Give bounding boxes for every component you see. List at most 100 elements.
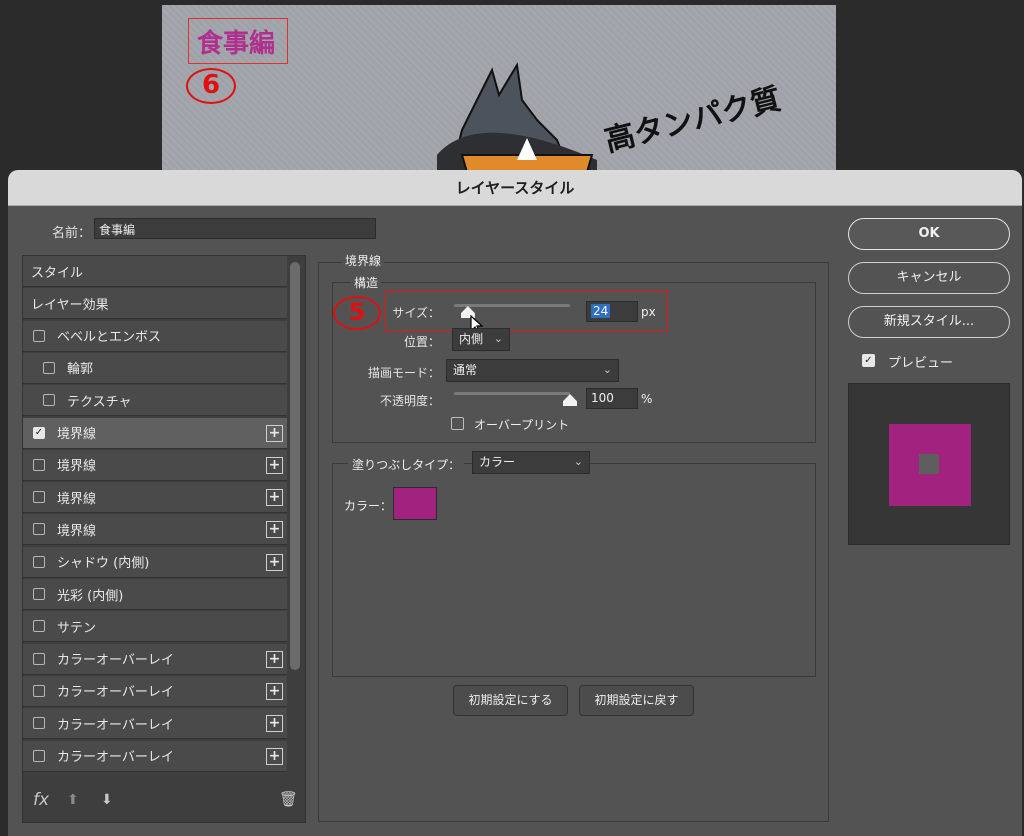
add-effect-icon[interactable]: + [266,747,283,765]
position-label: 位置： [403,335,440,349]
chevron-down-icon: ⌄ [493,332,503,345]
style-list-item[interactable]: カラーオーバーレイ + [23,643,287,675]
preview-label: プレビュー [888,356,954,371]
name-field[interactable]: 食事編 [94,218,376,239]
preview-inner-square [919,454,939,474]
opacity-input[interactable]: 100 [586,388,638,409]
add-effect-icon[interactable]: + [266,489,283,507]
layer-style-dialog: レイヤースタイル 名前： 食事編 スタイルレイヤー効果ベベルとエンボス輪郭テクス… [8,170,1022,836]
list-toolbar: fx ⬆ ⬇ 🗑 [23,782,305,822]
add-effect-icon[interactable]: + [266,650,283,668]
canvas-tagline: 高タンパク質 [601,81,785,160]
style-checkbox[interactable] [33,329,45,342]
fill-type-label: 塗りつぶしタイプ： [348,456,465,473]
step-marker-6: 6 [186,68,236,104]
style-list-item[interactable]: 境界線 + [23,482,287,514]
style-list-item[interactable]: 境界線 + [23,514,287,546]
move-up-icon[interactable]: ⬆ [67,792,79,808]
opacity-label: 不透明度： [379,394,440,408]
style-item-label: カラーオーバーレイ [57,685,174,701]
style-checkbox[interactable] [33,749,45,762]
style-list-item[interactable]: ベベルとエンボス [23,320,287,352]
add-effect-icon[interactable]: + [266,521,283,539]
style-item-label: レイヤー効果 [31,297,109,313]
style-item-label: 境界線 [57,427,97,442]
chevron-down-icon: ⌄ [573,455,583,468]
style-list-item[interactable]: 輪郭 [23,352,287,384]
style-item-label: 境界線 [57,459,97,475]
style-list-item[interactable]: スタイル [23,256,287,287]
preview-checkbox[interactable]: ✓ [862,354,875,367]
style-checkbox[interactable] [33,523,45,536]
style-checkbox[interactable] [33,588,45,600]
stroke-section-title: 境界線 [342,252,385,269]
style-item-label: 境界線 [57,523,97,539]
style-checkbox[interactable] [33,458,45,471]
new-style-button[interactable]: 新規スタイル... [848,306,1010,338]
style-item-label: ベベルとエンボス [57,330,162,346]
add-effect-icon[interactable]: + [266,424,283,442]
trash-icon[interactable]: 🗑 [279,790,298,808]
style-list-item[interactable]: ✓ 境界線 + [23,417,287,449]
style-list-item[interactable]: カラーオーバーレイ + [23,708,287,740]
style-item-label: 輪郭 [67,362,94,378]
preview-swatch [889,424,971,506]
overprint-checkbox[interactable] [451,417,464,430]
blend-mode-label: 描画モード： [367,366,440,380]
style-list-item[interactable]: カラーオーバーレイ + [23,740,287,772]
style-item-label: スタイル [31,265,84,281]
list-scrollbar[interactable] [290,262,300,670]
style-checkbox[interactable] [33,652,45,665]
chevron-down-icon: ⌄ [602,363,612,376]
make-default-button[interactable]: 初期設定にする [453,685,568,716]
size-label: サイズ： [392,306,440,320]
style-checkbox[interactable]: ✓ [33,426,45,439]
blend-mode-select[interactable]: 通常 ⌄ [446,359,619,382]
fill-type-select[interactable]: カラー ⌄ [472,451,590,474]
style-list-item[interactable]: 光彩 (内側) [23,579,287,610]
style-list-item[interactable]: サテン [23,611,287,643]
style-checkbox[interactable] [33,684,45,697]
style-item-label: シャドウ (内側) [57,556,150,572]
size-input[interactable]: 24 [586,301,638,322]
style-list-item[interactable]: カラーオーバーレイ + [23,675,287,707]
style-checkbox[interactable] [43,394,55,407]
style-list: スタイル レイヤー効果 ベベルとエンボス 輪郭 テクスチャ ✓ 境界線 + 境界線 + 境界線 + 境界… [22,255,306,823]
overprint-label: オーバープリント [474,418,570,432]
stroke-color-swatch[interactable] [393,487,437,520]
dialog-title: レイヤースタイル [8,170,1022,206]
style-item-label: サテン [57,620,97,636]
reset-default-button[interactable]: 初期設定に戻す [579,685,694,716]
position-select[interactable]: 内側 ⌄ [452,328,510,351]
ok-button[interactable]: OK [848,218,1010,250]
structure-title: 構造 [351,274,382,291]
fx-icon[interactable]: fx [33,790,49,810]
name-label: 名前： [52,226,92,241]
style-checkbox[interactable] [33,717,45,730]
style-item-label: カラーオーバーレイ [57,653,174,669]
style-item-label: カラーオーバーレイ [57,717,174,733]
style-item-label: 光彩 (内側) [57,588,124,604]
style-checkbox[interactable] [33,491,45,504]
style-list-item[interactable]: 境界線 + [23,449,287,481]
add-effect-icon[interactable]: + [266,682,283,700]
step-marker-5: 5 [333,296,381,330]
add-effect-icon[interactable]: + [266,456,283,474]
style-checkbox[interactable] [43,361,55,374]
add-effect-icon[interactable]: + [266,553,283,571]
add-effect-icon[interactable]: + [266,715,283,733]
opacity-unit: % [641,392,653,406]
move-down-icon[interactable]: ⬇ [101,792,113,808]
canvas-title-text: 食事編 [188,18,288,64]
size-unit: px [641,305,656,319]
cancel-button[interactable]: キャンセル [848,262,1010,294]
style-list-item[interactable]: レイヤー効果 [23,288,287,320]
opacity-slider-track[interactable] [454,392,570,395]
style-list-item[interactable]: テクスチャ [23,385,287,417]
size-slider-track[interactable] [454,304,570,307]
style-item-label: 境界線 [57,491,97,507]
style-checkbox[interactable] [33,620,45,633]
style-list-item[interactable]: シャドウ (内側) + [23,546,287,578]
style-checkbox[interactable] [33,555,45,568]
document-canvas: 食事編 6 高タンパク質 [162,5,836,190]
